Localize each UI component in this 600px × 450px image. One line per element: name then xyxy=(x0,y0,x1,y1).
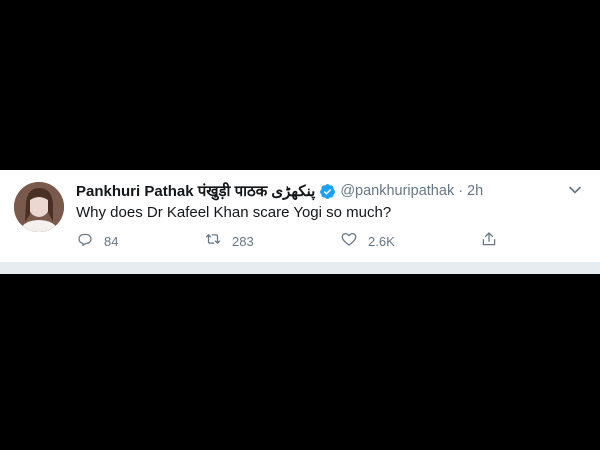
reply-button[interactable]: 84 xyxy=(76,230,118,252)
reply-icon xyxy=(76,230,94,253)
share-icon xyxy=(480,230,498,253)
share-button[interactable] xyxy=(480,230,498,252)
tweet-actions: 84 283 2.6K xyxy=(76,230,506,252)
like-button[interactable]: 2.6K xyxy=(340,230,395,252)
avatar[interactable] xyxy=(14,182,64,232)
screenshot-frame: Pankhuri Pathak पंखुड़ी पाठक پنکھڑی @pan… xyxy=(0,0,600,450)
tweet-text: Why does Dr Kafeel Khan scare Yogi so mu… xyxy=(76,204,392,221)
display-name[interactable]: Pankhuri Pathak पंखुड़ी पाठक پنکھڑی xyxy=(76,181,315,201)
chevron-down-icon[interactable] xyxy=(568,183,582,197)
handle[interactable]: @pankhuripathak xyxy=(340,183,454,199)
tweet-card[interactable]: Pankhuri Pathak पंखुड़ी पाठक پنکھڑی @pan… xyxy=(0,170,600,266)
heart-icon xyxy=(340,230,358,253)
like-count: 2.6K xyxy=(368,233,395,249)
timestamp[interactable]: 2h xyxy=(467,183,483,199)
retweet-button[interactable]: 283 xyxy=(204,230,254,252)
reply-count: 84 xyxy=(104,233,119,249)
tweet-header: Pankhuri Pathak पंखुड़ी पाठक پنکھڑی @pan… xyxy=(76,181,586,201)
verified-badge-icon xyxy=(319,183,336,200)
separator-dot: · xyxy=(458,183,464,199)
tweet-divider xyxy=(0,262,600,274)
avatar-image xyxy=(14,182,64,232)
retweet-icon xyxy=(204,230,222,253)
retweet-count: 283 xyxy=(232,233,254,249)
